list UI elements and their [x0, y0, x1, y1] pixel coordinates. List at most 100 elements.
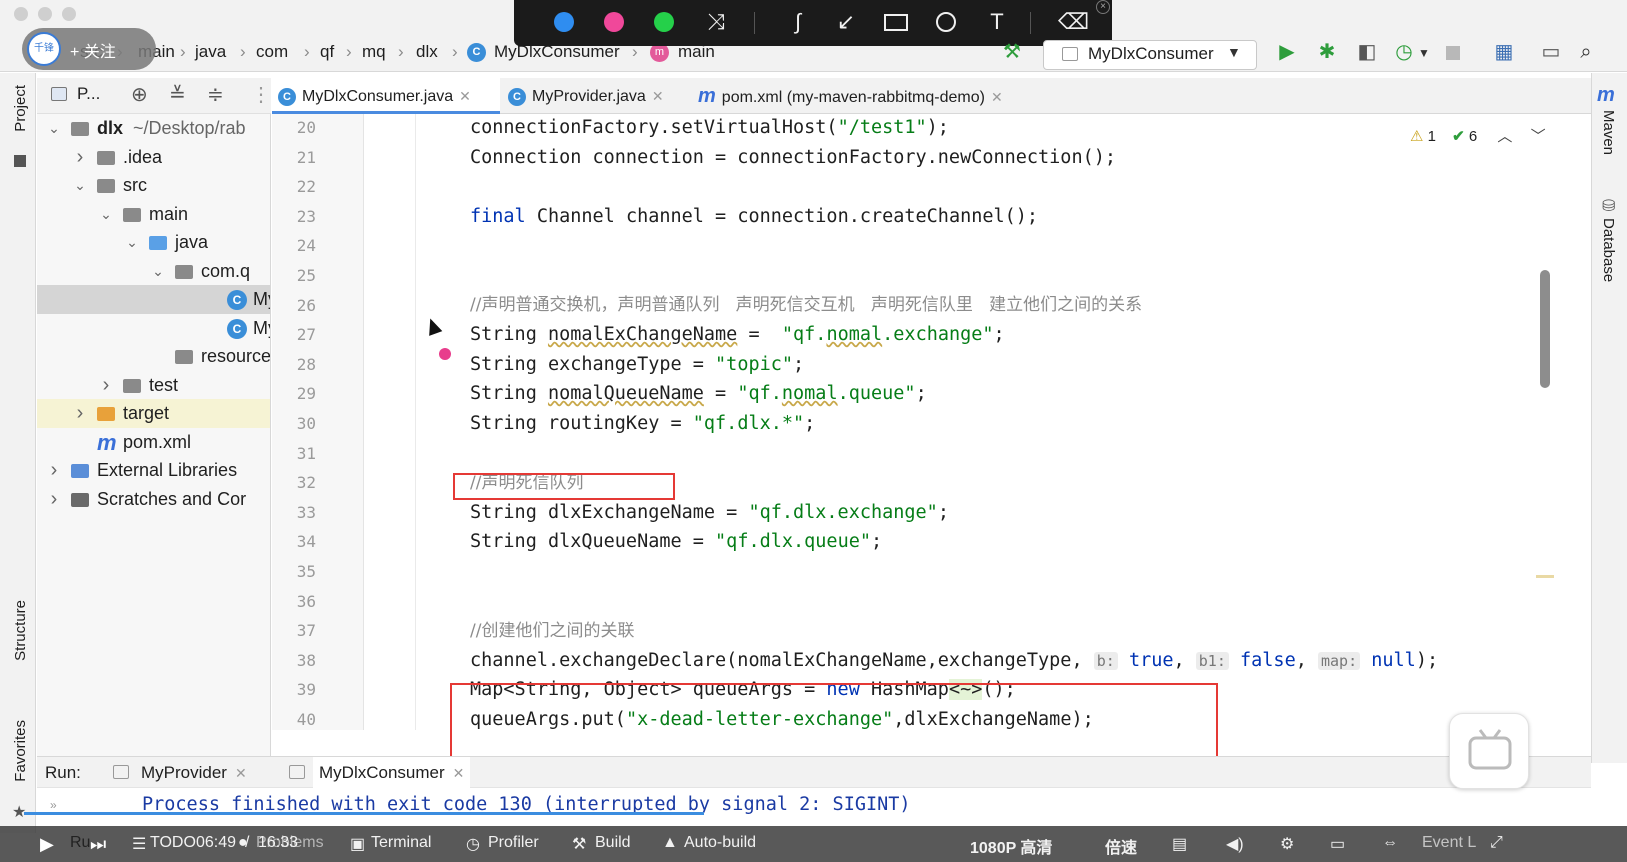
- tab-myprovider[interactable]: C MyProvider.java ✕: [508, 78, 694, 114]
- double-chevron-icon[interactable]: »: [50, 798, 57, 812]
- close-icon[interactable]: ✕: [991, 89, 1003, 105]
- pen-icon[interactable]: ∫: [784, 10, 812, 34]
- tree-item[interactable]: › Scratches and Cor: [37, 485, 270, 514]
- tree-item[interactable]: ⌄ dlx ~/Desktop/rab: [37, 114, 270, 143]
- tree-item[interactable]: ⌄ src: [37, 171, 270, 200]
- window-minimize-dot[interactable]: [38, 7, 52, 21]
- tree-item[interactable]: m pom.xml: [37, 428, 270, 457]
- chevron-right-icon[interactable]: ›: [47, 456, 61, 485]
- bottom-tab-terminal[interactable]: Terminal: [371, 834, 431, 852]
- layout-icon[interactable]: ▭: [1539, 40, 1563, 64]
- debug-icon[interactable]: ✱: [1315, 40, 1339, 64]
- window-zoom-dot[interactable]: [62, 7, 76, 21]
- breadcrumb-item[interactable]: mq: [362, 42, 386, 62]
- arrow-icon[interactable]: ↙: [832, 10, 860, 34]
- tree-item[interactable]: resources: [37, 342, 270, 371]
- follow-label[interactable]: + 关注: [70, 38, 116, 62]
- run-tab-mydlxconsumer[interactable]: MyDlxConsumer ✕: [313, 757, 471, 789]
- maven-tool-tab[interactable]: Maven: [1600, 110, 1617, 155]
- bottom-tab-run[interactable]: Ru: [70, 834, 90, 852]
- tv-icon[interactable]: [1449, 713, 1529, 789]
- locate-icon[interactable]: ⊕: [131, 82, 148, 107]
- expand-all-icon[interactable]: ≚: [169, 82, 186, 107]
- database-tool-tab[interactable]: Database: [1600, 218, 1617, 282]
- vertical-scrollbar[interactable]: [1540, 270, 1550, 388]
- chevron-down-icon[interactable]: ⌄: [99, 200, 113, 229]
- structure-tool-tab[interactable]: Structure: [12, 600, 29, 661]
- search-icon[interactable]: ⌕: [1574, 40, 1598, 64]
- project-structure-icon[interactable]: ▦: [1492, 40, 1516, 64]
- code-editor[interactable]: connectionFactory.setVirtualHost("/test1…: [470, 114, 1550, 730]
- tree-item[interactable]: › test: [37, 371, 270, 400]
- chevron-down-icon[interactable]: ⌄: [73, 171, 87, 200]
- tree-item[interactable]: › target: [37, 399, 270, 428]
- favorites-tool-tab[interactable]: Favorites: [12, 720, 29, 782]
- hammer-icon[interactable]: ⚒: [1000, 40, 1024, 64]
- bottom-tab-problems[interactable]: Problems: [256, 834, 324, 852]
- chevron-down-icon[interactable]: ﹀: [1531, 128, 1546, 145]
- bottom-tab-todo[interactable]: TODO: [150, 834, 196, 852]
- breadcrumb-item[interactable]: qf: [320, 42, 334, 62]
- shuffle-icon[interactable]: ⤨: [702, 10, 730, 34]
- tab-mydlxconsumer[interactable]: C MyDlxConsumer.java ✕: [272, 78, 500, 114]
- tree-item[interactable]: C MyI: [37, 314, 270, 343]
- color-blue-swatch[interactable]: [554, 12, 574, 32]
- chevron-right-icon[interactable]: ›: [73, 399, 87, 428]
- close-icon[interactable]: ✕: [235, 765, 247, 781]
- tree-item[interactable]: › External Libraries: [37, 456, 270, 485]
- gear-icon[interactable]: ⚙: [1280, 834, 1294, 854]
- color-green-swatch[interactable]: [654, 12, 674, 32]
- next-icon[interactable]: ⏭: [90, 834, 106, 855]
- breadcrumb-item[interactable]: com: [256, 42, 288, 62]
- quality-button[interactable]: 1080P 高清: [970, 834, 1052, 858]
- options-icon[interactable]: ⋮: [251, 82, 271, 107]
- eraser-icon[interactable]: ⌫: [1058, 10, 1089, 34]
- project-view-select[interactable]: P...: [77, 84, 100, 104]
- chevron-right-icon[interactable]: ›: [73, 143, 87, 172]
- coverage-icon[interactable]: ◧: [1355, 40, 1379, 64]
- text-icon[interactable]: T: [983, 10, 1011, 34]
- pip-icon[interactable]: ▭: [1330, 834, 1345, 854]
- chevron-down-icon[interactable]: ⌄: [151, 257, 165, 286]
- breadcrumb-item[interactable]: java: [195, 42, 226, 62]
- tab-pom-xml[interactable]: m pom.xml (my-maven-rabbitmq-demo) ✕: [698, 78, 1058, 114]
- bottom-tab-build[interactable]: Build: [595, 834, 631, 852]
- chevron-right-icon[interactable]: ›: [99, 371, 113, 400]
- circle-icon[interactable]: [936, 12, 956, 32]
- chevron-right-icon[interactable]: ›: [47, 485, 61, 514]
- rectangle-icon[interactable]: [884, 14, 908, 31]
- fullscreen-icon[interactable]: ⤢: [1490, 834, 1503, 852]
- stop-icon[interactable]: [1446, 46, 1460, 60]
- speed-button[interactable]: 倍速: [1105, 834, 1137, 858]
- chevron-down-icon[interactable]: ⌄: [47, 114, 61, 143]
- bottom-tab-auto-build[interactable]: Auto-build: [684, 834, 756, 852]
- window-close-dot[interactable]: [14, 7, 28, 21]
- run-icon[interactable]: ▶: [1275, 40, 1299, 64]
- tree-item[interactable]: ⌄ main: [37, 200, 270, 229]
- tree-item[interactable]: C MyI: [37, 285, 270, 314]
- widescreen-icon[interactable]: ⇔: [1382, 834, 1398, 852]
- video-progress-bar[interactable]: [24, 812, 704, 815]
- chevron-down-icon[interactable]: ⌄: [125, 228, 139, 257]
- tree-item[interactable]: › .idea: [37, 143, 270, 172]
- close-icon[interactable]: ✕: [652, 88, 664, 104]
- close-icon[interactable]: ✕: [453, 765, 465, 781]
- tree-item[interactable]: ⌄ java: [37, 228, 270, 257]
- subtitle-icon[interactable]: ▤: [1172, 834, 1187, 854]
- inspection-widget[interactable]: ⚠ 1 ✔ 6 ︿ ﹀: [1410, 125, 1546, 146]
- tree-item-label: pom.xml: [123, 431, 192, 452]
- close-icon[interactable]: ✕: [459, 88, 471, 104]
- bottom-tab-event-log[interactable]: Event L: [1422, 834, 1476, 852]
- tree-item[interactable]: ⌄ com.q: [37, 257, 270, 286]
- color-pink-swatch[interactable]: [604, 12, 624, 32]
- bottom-tab-profiler[interactable]: Profiler: [488, 834, 539, 852]
- breadcrumb-item[interactable]: dlx: [416, 42, 438, 62]
- profile-icon[interactable]: ◷: [1392, 40, 1416, 64]
- play-icon[interactable]: ▶: [40, 834, 54, 855]
- close-icon[interactable]: ×: [1096, 0, 1110, 14]
- volume-icon[interactable]: ◀): [1226, 834, 1244, 854]
- run-tab-myprovider[interactable]: MyProvider ✕: [141, 757, 247, 789]
- chevron-up-icon[interactable]: ︿: [1497, 128, 1512, 145]
- collapse-all-icon[interactable]: ≑: [207, 82, 224, 107]
- project-tool-tab[interactable]: Project: [12, 85, 29, 132]
